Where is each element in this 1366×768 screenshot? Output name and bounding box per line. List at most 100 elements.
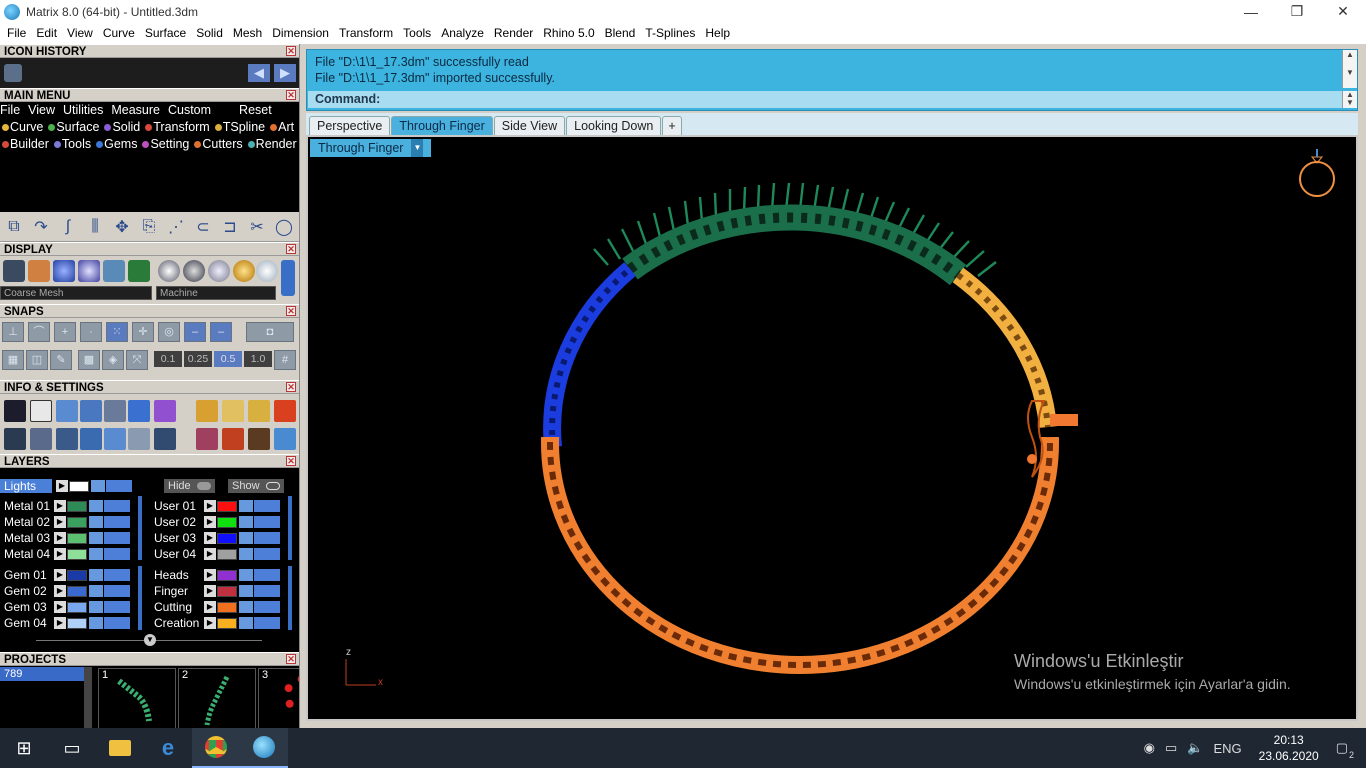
matrix-taskbar-icon[interactable] xyxy=(240,728,288,768)
menu-edit[interactable]: Edit xyxy=(31,23,62,44)
close-icon[interactable]: ✕ xyxy=(286,382,296,392)
mm-item-render[interactable]: Render xyxy=(246,136,297,153)
restore-button[interactable]: ❐ xyxy=(1274,0,1320,23)
hide-button[interactable]: Hide xyxy=(164,479,215,493)
layers-scrollbar-right-2[interactable] xyxy=(288,566,292,630)
snap-value-1[interactable]: 0.25 xyxy=(184,351,212,367)
language-indicator[interactable]: ENG xyxy=(1213,741,1241,756)
lights-layer[interactable]: Lights xyxy=(0,479,52,493)
visibility-toggle[interactable] xyxy=(254,516,280,528)
layers-scrollbar-left-2[interactable] xyxy=(138,566,142,630)
menu-analyze[interactable]: Analyze xyxy=(436,23,489,44)
layer-row[interactable]: Metal 03 ▶ xyxy=(0,531,130,545)
mm-item-tools[interactable]: Tools xyxy=(52,136,91,153)
snap-disable-icon[interactable]: ◘ xyxy=(246,322,294,342)
layer-row[interactable]: Metal 02 ▶ xyxy=(0,515,130,529)
windows-icon[interactable] xyxy=(4,428,26,450)
expand-icon[interactable]: ▶ xyxy=(54,532,66,544)
visibility-toggle[interactable] xyxy=(254,585,280,597)
lock-icon[interactable] xyxy=(239,500,253,512)
mm-item-cutters[interactable]: Cutters xyxy=(192,136,243,153)
mm-tab-measure[interactable]: Measure xyxy=(111,102,160,119)
lock-icon[interactable] xyxy=(239,569,253,581)
lock-icon[interactable] xyxy=(89,569,103,581)
layer-row[interactable]: Metal 04 ▶ xyxy=(0,547,130,561)
zoom-icon[interactable] xyxy=(30,400,52,422)
lock-icon[interactable] xyxy=(89,617,103,629)
lock-icon[interactable] xyxy=(89,548,103,560)
expand-icon[interactable]: ▶ xyxy=(204,601,216,613)
lock-icon[interactable] xyxy=(89,500,103,512)
page-icon[interactable]: ⎘ xyxy=(138,216,160,238)
menu-file[interactable]: File xyxy=(2,23,31,44)
expand-icon[interactable]: ▶ xyxy=(54,601,66,613)
command-input[interactable] xyxy=(387,92,1328,108)
expand-icon[interactable]: ▶ xyxy=(56,480,68,492)
ghosted-icon[interactable] xyxy=(28,260,50,282)
prong-icon[interactable] xyxy=(222,428,244,450)
visibility-toggle[interactable] xyxy=(254,601,280,613)
lock-icon[interactable] xyxy=(89,532,103,544)
snap-value-3[interactable]: 1.0 xyxy=(244,351,272,367)
ring-icon[interactable]: ◯ xyxy=(273,216,295,238)
cylinder-icon[interactable] xyxy=(80,428,102,450)
layer-row[interactable]: User 01 ▶ xyxy=(150,499,280,513)
expand-icon[interactable]: ▶ xyxy=(204,500,216,512)
layer-color-swatch[interactable] xyxy=(67,516,87,528)
close-icon[interactable]: ✕ xyxy=(286,244,296,254)
grid-icon[interactable]: ▦ xyxy=(2,350,24,370)
gem-cube-icon[interactable] xyxy=(154,400,176,422)
mm-tab-view[interactable]: View xyxy=(28,102,55,119)
close-icon[interactable]: ✕ xyxy=(286,46,296,56)
technical-icon[interactable] xyxy=(128,260,150,282)
menu-curve[interactable]: Curve xyxy=(98,23,140,44)
tab-through-finger[interactable]: Through Finger xyxy=(391,116,493,135)
split-icon[interactable]: ⫼ xyxy=(84,216,106,238)
mm-tab-custom[interactable]: Custom xyxy=(168,102,211,119)
lock-icon[interactable] xyxy=(239,516,253,528)
show-button[interactable]: Show xyxy=(228,479,284,493)
layer-color-swatch[interactable] xyxy=(217,500,237,512)
layer-color-swatch[interactable] xyxy=(217,516,237,528)
menu-blend[interactable]: Blend xyxy=(600,23,641,44)
layer-color-swatch[interactable] xyxy=(67,601,87,613)
project-item[interactable]: 789 xyxy=(0,667,84,681)
pen-icon[interactable]: ✎ xyxy=(50,350,72,370)
task-view-icon[interactable]: ▭ xyxy=(48,728,96,768)
projects-scrollbar[interactable] xyxy=(84,667,92,728)
ring-view-icon[interactable] xyxy=(1299,149,1335,197)
viewport[interactable]: Through Finger ▼ z x Windows'u Etkinleşt… xyxy=(306,135,1358,721)
mm-item-tspline[interactable]: TSpline xyxy=(213,119,265,136)
expand-icon[interactable]: ▶ xyxy=(54,585,66,597)
layer-color-swatch[interactable] xyxy=(69,480,89,492)
mm-tab-utilities[interactable]: Utilities xyxy=(63,102,103,119)
snap-value-2[interactable]: 0.5 xyxy=(214,351,242,367)
mm-item-solid[interactable]: Solid xyxy=(102,119,140,136)
export-icon[interactable] xyxy=(222,400,244,422)
snap-point-icon[interactable]: + xyxy=(54,322,76,342)
layer-row[interactable]: Gem 03 ▶ xyxy=(0,600,130,614)
layer-color-swatch[interactable] xyxy=(67,569,87,581)
layers-stack-icon[interactable] xyxy=(56,400,78,422)
visibility-toggle[interactable] xyxy=(104,585,130,597)
expand-icon[interactable]: ▶ xyxy=(54,500,66,512)
expand-icon[interactable]: ▶ xyxy=(204,532,216,544)
mm-item-setting[interactable]: Setting xyxy=(140,136,189,153)
lock-icon[interactable] xyxy=(89,516,103,528)
menu-tools[interactable]: Tools xyxy=(398,23,436,44)
collapse-icon[interactable]: ▼ xyxy=(144,634,156,646)
display-scrollbar[interactable] xyxy=(281,260,295,296)
layer-row[interactable]: Creation ▶ xyxy=(150,616,280,630)
layer-color-swatch[interactable] xyxy=(217,548,237,560)
project-thumb-1[interactable]: 1 xyxy=(98,668,176,728)
add-view-icon[interactable]: + xyxy=(662,116,682,135)
tab-side-view[interactable]: Side View xyxy=(493,116,566,135)
lock-icon[interactable] xyxy=(239,617,253,629)
import-icon[interactable] xyxy=(248,400,270,422)
layer-color-swatch[interactable] xyxy=(67,617,87,629)
dimension-icon[interactable]: ⊐ xyxy=(219,216,241,238)
edit-icon[interactable] xyxy=(128,400,150,422)
snap-mid-icon[interactable]: · xyxy=(80,322,102,342)
expand-icon[interactable]: ▶ xyxy=(204,548,216,560)
project-thumb-3[interactable]: 3 xyxy=(258,668,299,728)
